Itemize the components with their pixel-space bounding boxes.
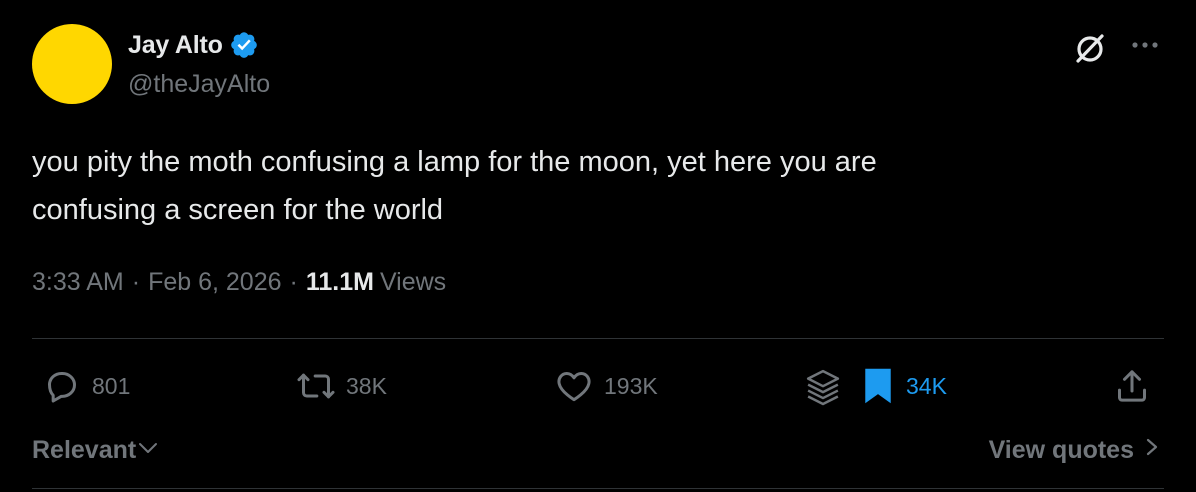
bookmark-count: 34K — [906, 372, 947, 399]
chevron-down-icon — [136, 435, 160, 466]
divider — [32, 338, 1164, 339]
view-quotes-label: View quotes — [988, 435, 1134, 464]
sort-label: Relevant — [32, 435, 137, 464]
author-name-row[interactable]: Jay Alto — [128, 28, 259, 62]
meta-separator: · — [289, 267, 298, 296]
heart-icon — [554, 366, 594, 406]
tweet-time[interactable]: 3:33 AM — [32, 268, 124, 297]
reply-count: 801 — [92, 372, 131, 399]
author-handle[interactable]: @theJayAlto — [128, 70, 270, 99]
more-icon[interactable] — [1127, 30, 1163, 60]
share-icon — [1112, 366, 1152, 406]
share-button[interactable] — [1112, 366, 1152, 406]
grok-explain-button[interactable] — [802, 366, 844, 406]
repost-count: 38K — [346, 372, 387, 399]
author-display-name[interactable]: Jay Alto — [128, 31, 223, 60]
bookmark-icon — [860, 366, 896, 406]
views-label: Views — [379, 267, 447, 296]
tweet-date[interactable]: Feb 6, 2026 — [148, 268, 281, 297]
repost-icon — [296, 366, 336, 406]
grok-icon — [802, 365, 844, 407]
like-count: 193K — [604, 372, 658, 399]
view-quotes-link[interactable]: View quotes — [989, 430, 1162, 470]
tweet-text: you pity the moth confusing a lamp for t… — [32, 138, 1152, 234]
like-button[interactable]: 193K — [554, 366, 658, 406]
meta-separator: · — [131, 267, 141, 296]
reply-button[interactable]: 801 — [42, 366, 130, 406]
bookmark-button[interactable]: 34K — [860, 366, 947, 406]
repost-button[interactable]: 38K — [296, 366, 387, 406]
tweet-text-line: confusing a screen for the world — [32, 194, 444, 226]
grok-icon[interactable] — [1070, 28, 1110, 68]
avatar[interactable] — [32, 24, 112, 104]
divider — [32, 488, 1164, 489]
reply-icon — [42, 366, 82, 406]
tweet-text-line: you pity the moth confusing a lamp for t… — [32, 146, 877, 178]
sort-dropdown[interactable]: Relevant — [32, 430, 160, 470]
views-count: 11.1M — [305, 267, 374, 296]
chevron-right-icon — [1142, 435, 1162, 466]
verified-badge-icon[interactable] — [229, 30, 259, 60]
tweet-meta: 3:33 AM · Feb 6, 2026 · 11.1M Views — [32, 262, 446, 302]
